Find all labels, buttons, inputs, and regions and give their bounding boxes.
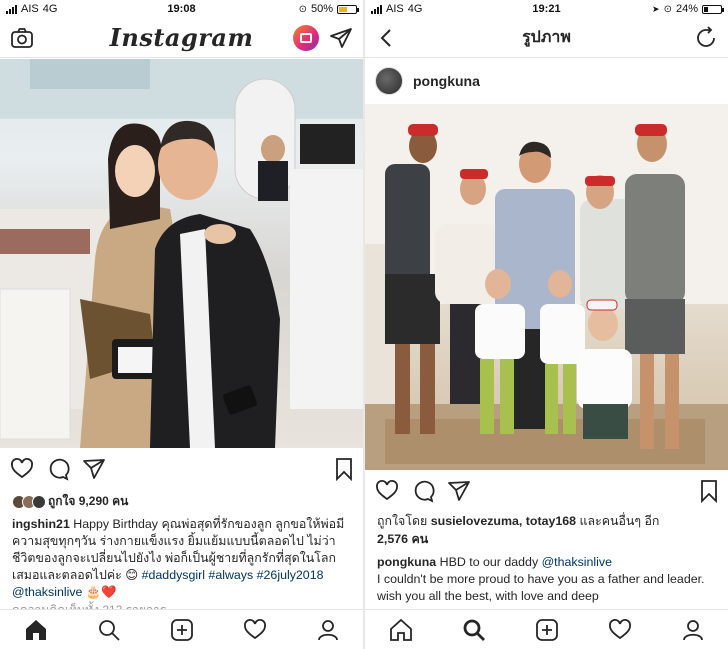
search-icon[interactable] — [97, 618, 121, 642]
new-post-icon[interactable] — [535, 618, 559, 642]
photo-illustration — [365, 104, 728, 470]
post-caption: ingshin21 Happy Birthday คุณพ่อสุดที่รัก… — [12, 516, 351, 601]
liked-count[interactable]: 2,576 คน — [377, 532, 428, 546]
post-photo[interactable] — [0, 59, 363, 448]
instagram-logo: Instagram — [109, 23, 254, 52]
profile-icon[interactable] — [316, 618, 340, 642]
heart-icon[interactable] — [10, 457, 34, 481]
network-label: 4G — [42, 3, 58, 15]
liked-by-suffix: และคนอื่นๆ อีก — [576, 514, 660, 528]
battery-percent: 24% — [675, 3, 698, 15]
caption-emoji: 🎂❤️ — [82, 585, 117, 599]
profile-icon[interactable] — [681, 618, 705, 642]
caption-mention[interactable]: @thaksinlive — [542, 555, 612, 569]
home-icon[interactable] — [389, 618, 413, 642]
caption-username[interactable]: pongkuna — [377, 555, 436, 569]
post-username[interactable]: pongkuna — [413, 73, 480, 89]
caption-text: HBD to our daddy — [436, 555, 542, 569]
activity-heart-icon[interactable] — [608, 618, 632, 642]
signal-icon — [6, 4, 17, 14]
battery-percent: 50% — [310, 3, 333, 15]
status-bar: AIS 4G 19:21 ➤ ⊙ 24% — [365, 0, 728, 18]
post-photo[interactable] — [365, 104, 728, 470]
avatar[interactable] — [375, 67, 403, 95]
alarm-icon: ⊙ — [663, 3, 672, 15]
search-icon[interactable] — [462, 618, 486, 642]
page-title: รูปภาพ — [522, 29, 571, 46]
status-bar: AIS 4G 19:08 ⊙ 50% — [0, 0, 363, 18]
network-label: 4G — [407, 3, 423, 15]
top-bar: Instagram — [0, 18, 363, 58]
carrier-label: AIS — [386, 3, 404, 15]
liked-by-prefix: ถูกใจโดย — [377, 514, 431, 528]
post-actions — [0, 452, 363, 486]
liked-by[interactable]: ถูกใจโดย susielovezuma, totay168 และคนอื… — [377, 512, 716, 548]
left-screen: AIS 4G 19:08 ⊙ 50% Instagram ถูกใจ 9,290… — [0, 0, 363, 649]
likes-row[interactable]: ถูกใจ 9,290 คน — [12, 492, 128, 511]
new-post-icon[interactable] — [170, 618, 194, 642]
top-bar: รูปภาพ — [365, 18, 728, 58]
right-screen: AIS 4G 19:21 ➤ ⊙ 24% รูปภาพ pongkuna ถูก… — [365, 0, 728, 649]
activity-heart-icon[interactable] — [243, 618, 267, 642]
post-caption: pongkuna HBD to our daddy @thaksinlive I… — [377, 554, 716, 605]
liker-avatars — [12, 494, 46, 509]
bookmark-icon[interactable] — [332, 457, 356, 481]
comment-icon[interactable] — [411, 479, 435, 503]
caption-username[interactable]: ingshin21 — [12, 517, 70, 531]
screens: AIS 4G 19:08 ⊙ 50% Instagram ถูกใจ 9,290… — [0, 0, 728, 649]
heart-icon[interactable] — [375, 479, 399, 503]
location-icon: ➤ — [652, 3, 660, 14]
tab-bar — [0, 609, 363, 649]
comment-icon[interactable] — [46, 457, 70, 481]
likes-count: ถูกใจ 9,290 คน — [48, 494, 129, 508]
refresh-icon[interactable] — [694, 26, 718, 50]
alarm-icon: ⊙ — [298, 3, 307, 15]
back-chevron-icon[interactable] — [375, 26, 399, 50]
share-icon[interactable] — [447, 479, 471, 503]
post-actions — [365, 474, 728, 508]
direct-message-icon[interactable] — [329, 26, 353, 50]
battery-icon — [337, 4, 359, 14]
bookmark-icon[interactable] — [697, 479, 721, 503]
camera-icon[interactable] — [10, 26, 34, 50]
share-icon[interactable] — [82, 457, 106, 481]
caption-mention[interactable]: @thaksinlive — [12, 585, 82, 599]
tab-bar — [365, 609, 728, 649]
battery-icon — [702, 4, 724, 14]
liked-by-users[interactable]: susielovezuma, totay168 — [431, 514, 576, 528]
caption-hashtags[interactable]: #daddysgirl #always #26july2018 — [142, 568, 324, 582]
photo-illustration — [0, 59, 363, 448]
post-header: pongkuna — [365, 63, 728, 99]
home-icon[interactable] — [24, 618, 48, 642]
carrier-label: AIS — [21, 3, 39, 15]
signal-icon — [371, 4, 382, 14]
igtv-icon[interactable] — [293, 25, 319, 51]
caption-line-2: I couldn't be more proud to have you as … — [377, 572, 705, 603]
